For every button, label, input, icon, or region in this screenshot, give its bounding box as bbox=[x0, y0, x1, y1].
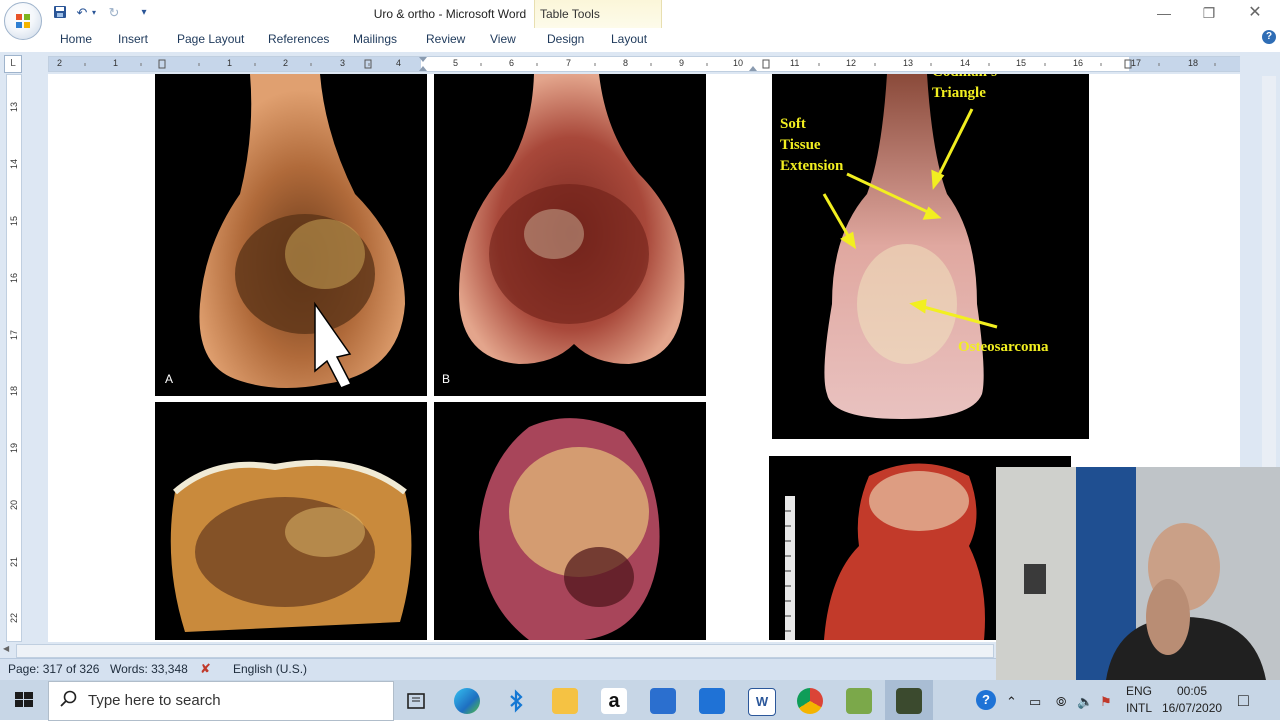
windows-logo-icon bbox=[15, 692, 33, 707]
security-tray-icon[interactable]: ⚑ bbox=[1100, 694, 1112, 710]
active-app-icon[interactable] bbox=[896, 688, 922, 714]
ruler-number: 15 bbox=[9, 216, 19, 227]
ruler-number: 16 bbox=[9, 273, 19, 284]
table-tools-label: Table Tools bbox=[540, 7, 600, 21]
clock-date[interactable]: 16/07/2020 bbox=[1162, 701, 1222, 715]
word-app-icon[interactable]: W bbox=[748, 688, 776, 716]
tab-page-layout[interactable]: Page Layout bbox=[177, 32, 244, 46]
proofing-errors-icon[interactable]: ✘ bbox=[200, 661, 216, 677]
tab-insert[interactable]: Insert bbox=[118, 32, 148, 46]
keyboard-language-top[interactable]: ENG bbox=[1126, 684, 1152, 698]
table-tools-context-tab: Table Tools bbox=[534, 0, 662, 28]
figure-label-a: A bbox=[165, 372, 174, 386]
vertical-ruler[interactable]: 13 14 15 16 17 18 19 20 21 22 bbox=[6, 74, 22, 642]
office-logo-icon bbox=[16, 14, 30, 28]
codman-label: Codman's bbox=[932, 74, 997, 83]
task-view-icon[interactable] bbox=[403, 688, 429, 714]
figure-label-b: B bbox=[442, 372, 451, 386]
close-button[interactable]: ✕ bbox=[1243, 4, 1267, 22]
ruler-number: 17 bbox=[9, 330, 19, 341]
network-icon[interactable]: ⦾ bbox=[1056, 694, 1066, 710]
window-title: Uro & ortho - Microsoft Word bbox=[373, 7, 527, 21]
tab-design[interactable]: Design bbox=[547, 32, 584, 46]
tab-mailings[interactable]: Mailings bbox=[353, 32, 397, 46]
bone-specimen-photo-d[interactable] bbox=[434, 402, 706, 640]
bone-specimen-photo-b[interactable]: B bbox=[434, 74, 706, 396]
tab-view[interactable]: View bbox=[490, 32, 516, 46]
ruler-number: 14 bbox=[9, 159, 19, 170]
horizontal-scrollbar[interactable] bbox=[16, 644, 994, 658]
ruler-number: 13 bbox=[9, 102, 19, 113]
ruler-number: 20 bbox=[9, 500, 19, 511]
store-icon[interactable] bbox=[650, 688, 676, 714]
ruler-number: 19 bbox=[9, 443, 19, 454]
chrome-icon[interactable] bbox=[797, 688, 823, 714]
edge-browser-icon[interactable] bbox=[454, 688, 480, 714]
restore-button[interactable]: ❐ bbox=[1197, 4, 1221, 22]
tab-review[interactable]: Review bbox=[426, 32, 465, 46]
tab-references[interactable]: References bbox=[268, 32, 329, 46]
office-button[interactable] bbox=[4, 2, 42, 40]
minimize-button[interactable]: — bbox=[1152, 4, 1176, 22]
bone-specimen-photo-c[interactable] bbox=[155, 402, 427, 640]
clock-time[interactable]: 00:05 bbox=[1177, 684, 1207, 698]
webcam-overlay bbox=[996, 467, 1280, 680]
search-placeholder: Type here to search bbox=[88, 692, 221, 709]
language-indicator[interactable]: English (U.S.) bbox=[233, 662, 307, 676]
show-hidden-icons-icon[interactable]: ⌃ bbox=[1006, 694, 1017, 710]
volume-icon[interactable]: 🔈 bbox=[1077, 694, 1093, 710]
bone-specimen-photo-a[interactable]: A bbox=[155, 74, 427, 396]
scroll-left-arrow-icon[interactable]: ◀ bbox=[3, 644, 13, 656]
soft-tissue-extension-label: Soft Tissue Extension bbox=[780, 116, 844, 174]
osteosarcoma-annotated-photo[interactable]: Codman's Triangle Soft Tissue Extension … bbox=[772, 74, 1089, 439]
ruler-number: 21 bbox=[9, 557, 19, 568]
tab-layout[interactable]: Layout bbox=[611, 32, 647, 46]
page-count[interactable]: Page: 317 of 326 bbox=[8, 662, 99, 676]
osteosarcoma-label: Osteosarcoma bbox=[958, 339, 1049, 355]
tab-home[interactable]: Home bbox=[60, 32, 92, 46]
horizontal-ruler[interactable]: 2 1 1 2 3 4 5 6 7 8 9 10 11 12 13 14 15 … bbox=[48, 56, 1242, 72]
notes-app-icon[interactable] bbox=[846, 688, 872, 714]
word-count[interactable]: Words: 33,348 bbox=[110, 662, 188, 676]
tab-selector[interactable]: L bbox=[4, 55, 22, 73]
battery-icon[interactable]: ▭ bbox=[1029, 694, 1041, 710]
help-tray-icon[interactable]: ? bbox=[976, 690, 996, 710]
mail-icon[interactable] bbox=[699, 688, 725, 714]
ruler-ticks bbox=[84, 57, 1216, 71]
ruler-number: 18 bbox=[9, 386, 19, 397]
amazon-app-icon[interactable]: a bbox=[601, 688, 627, 714]
ruler-number: 22 bbox=[9, 613, 19, 624]
search-icon bbox=[60, 690, 78, 708]
file-explorer-icon[interactable] bbox=[552, 688, 578, 714]
keyboard-language-bottom[interactable]: INTL bbox=[1126, 701, 1152, 715]
notifications-icon[interactable]: □ bbox=[1238, 690, 1249, 711]
help-icon[interactable]: ? bbox=[1262, 30, 1276, 44]
start-button[interactable] bbox=[0, 680, 48, 720]
triangle-label: Triangle bbox=[932, 85, 986, 101]
bluetooth-app-icon[interactable] bbox=[503, 688, 529, 714]
